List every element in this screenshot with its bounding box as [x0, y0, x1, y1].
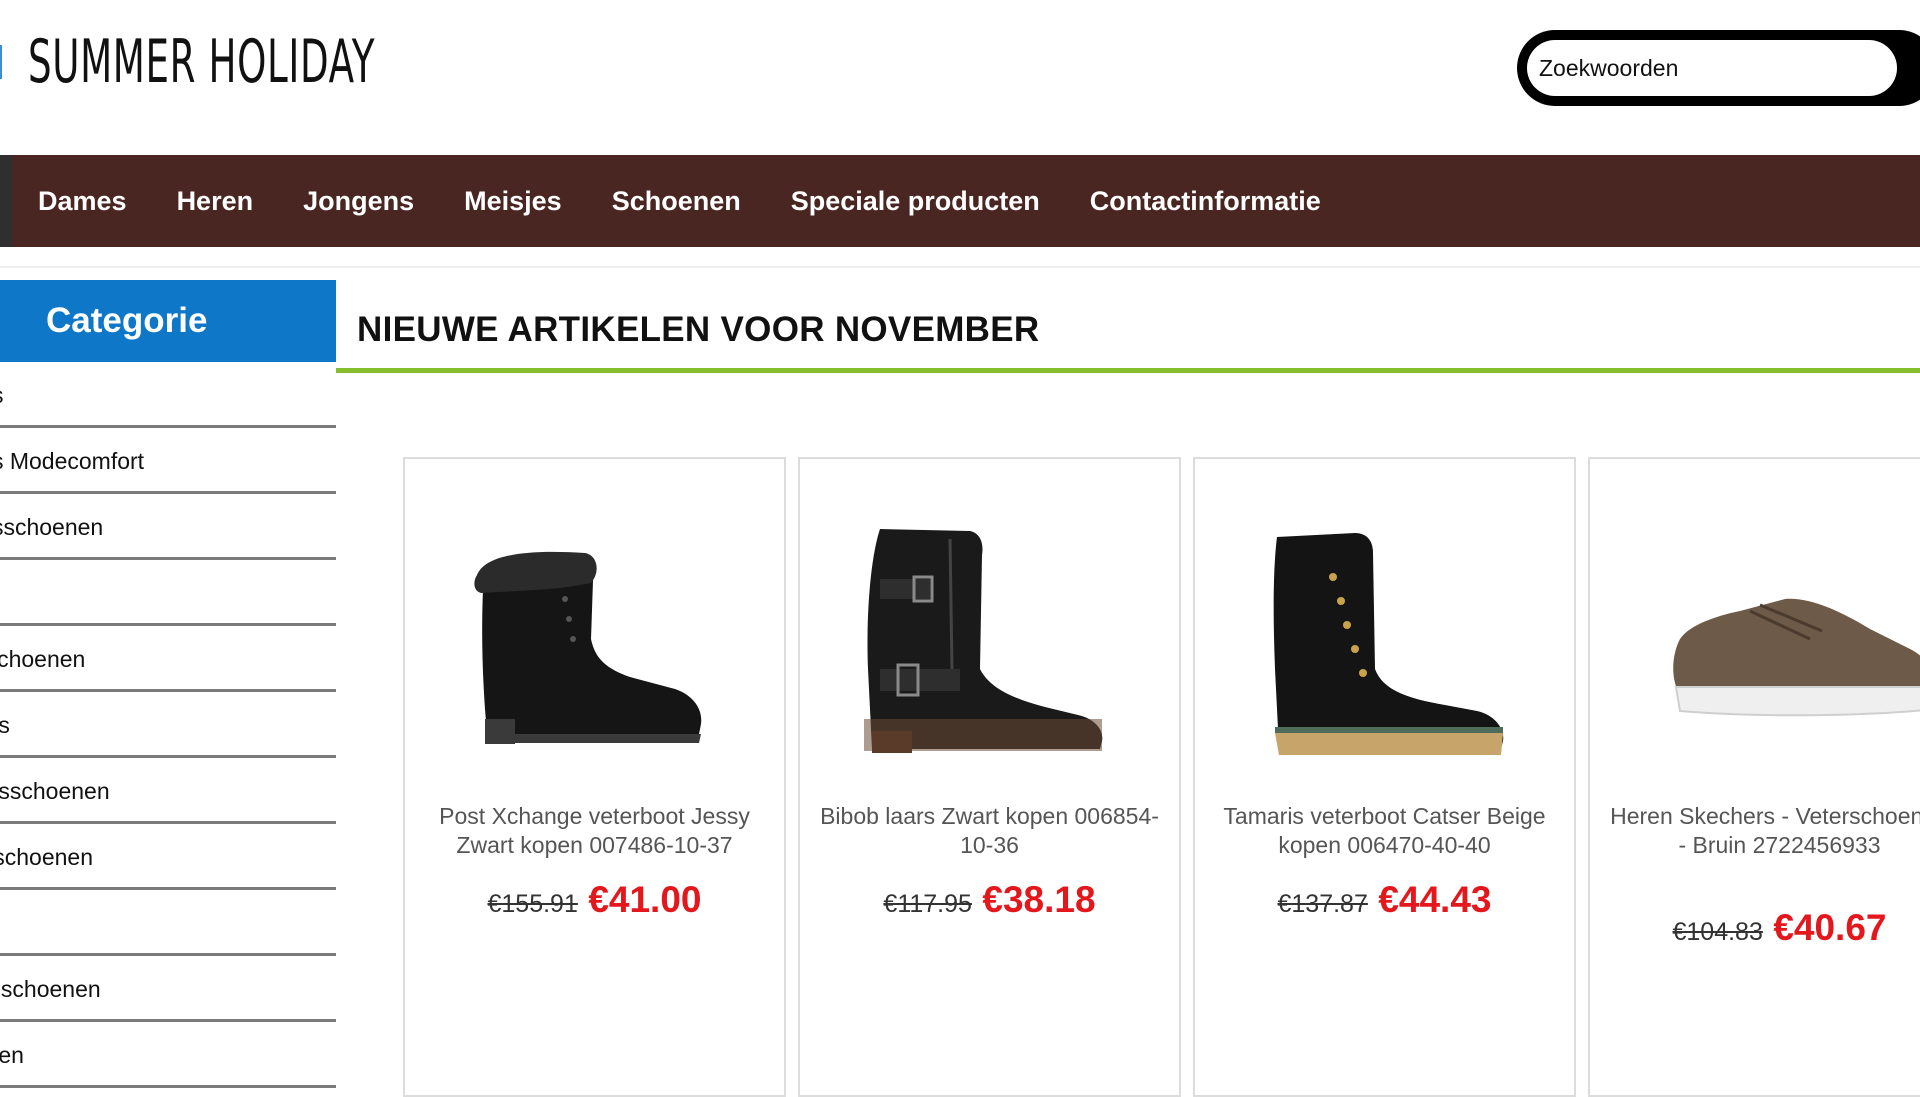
category-heading: Categorie — [0, 280, 336, 362]
nav-item-heren[interactable]: Heren — [177, 186, 254, 217]
lace-boot-icon[interactable] — [1215, 519, 1555, 769]
product-name[interactable]: Heren Skechers - Veterschoenen - Bruin 2… — [1608, 802, 1920, 860]
category-item[interactable]: sjesschoenen — [0, 956, 336, 1022]
sale-price: €41.00 — [588, 879, 702, 920]
nav-item-jongens[interactable]: Jongens — [303, 186, 414, 217]
nav-item-meisjes[interactable]: Meisjes — [464, 186, 562, 217]
biker-boot-icon[interactable] — [820, 519, 1160, 769]
old-price: €155.91 — [487, 890, 578, 918]
main-nav: Dames Heren Jongens Meisjes Schoenen Spe… — [0, 155, 1920, 247]
nav-divider — [0, 266, 1920, 268]
category-item[interactable]: messchoenen — [0, 494, 336, 560]
product-price: €155.91 €41.00 — [405, 879, 784, 921]
product-card[interactable]: Tamaris veterboot Catser Beige kopen 006… — [1193, 457, 1576, 1097]
logo-mark-icon — [0, 45, 8, 79]
nav-item-contactinformatie[interactable]: Contactinformatie — [1090, 186, 1321, 217]
category-item[interactable]: en — [0, 560, 336, 626]
product-card[interactable]: Bibob laars Zwart kopen 006854-10-36 €11… — [798, 457, 1181, 1097]
category-item[interactable]: sjes — [0, 890, 336, 956]
sale-price: €38.18 — [982, 879, 1096, 920]
nav-item-speciale-producten[interactable]: Speciale producten — [791, 186, 1040, 217]
search-input[interactable] — [1527, 40, 1897, 96]
category-item[interactable]: gensschoenen — [0, 758, 336, 824]
old-price: €104.83 — [1672, 918, 1763, 946]
nav-item-dames[interactable]: Dames — [38, 186, 127, 217]
category-item[interactable]: mes — [0, 362, 336, 428]
product-name[interactable]: Post Xchange veterboot Jessy Zwart kopen… — [423, 802, 766, 860]
product-price: €137.87 €44.43 — [1195, 879, 1574, 921]
product-name[interactable]: Tamaris veterboot Catser Beige kopen 006… — [1213, 802, 1556, 860]
product-price: €104.83 €40.67 — [1590, 907, 1920, 949]
search-box — [1517, 30, 1920, 106]
section-title: NIEUWE ARTIKELEN VOOR NOVEMBER — [357, 310, 1040, 349]
nav-item-schoenen[interactable]: Schoenen — [612, 186, 741, 217]
old-price: €117.95 — [883, 890, 972, 918]
category-item[interactable]: mes Modecomfort — [0, 428, 336, 494]
sneaker-icon[interactable] — [1610, 519, 1920, 769]
site-title: SUMMER HOLIDAY — [28, 27, 376, 97]
product-name[interactable]: Bibob laars Zwart kopen 006854-10-36 — [818, 802, 1161, 860]
product-card[interactable]: Heren Skechers - Veterschoenen - Bruin 2… — [1588, 457, 1920, 1097]
category-item[interactable]: derschoenen — [0, 824, 336, 890]
sale-price: €44.43 — [1378, 879, 1492, 920]
sale-price: €40.67 — [1773, 907, 1887, 948]
product-card[interactable]: Post Xchange veterboot Jessy Zwart kopen… — [403, 457, 786, 1097]
category-item[interactable]: gens — [0, 692, 336, 758]
nav-home-stub[interactable] — [0, 155, 12, 247]
old-price: €137.87 — [1277, 890, 1368, 918]
category-list: mes mes Modecomfort messchoenen en ensch… — [0, 362, 336, 1088]
product-price: €117.95 €38.18 — [800, 879, 1179, 921]
category-sidebar: Categorie mes mes Modecomfort messchoene… — [0, 280, 336, 1088]
ankle-boot-fur-icon[interactable] — [425, 519, 765, 769]
section-divider — [336, 368, 1920, 373]
category-item[interactable]: oenen — [0, 1022, 336, 1088]
category-item[interactable]: enschoenen — [0, 626, 336, 692]
site-logo[interactable]: SUMMER HOLIDAY — [0, 22, 588, 102]
